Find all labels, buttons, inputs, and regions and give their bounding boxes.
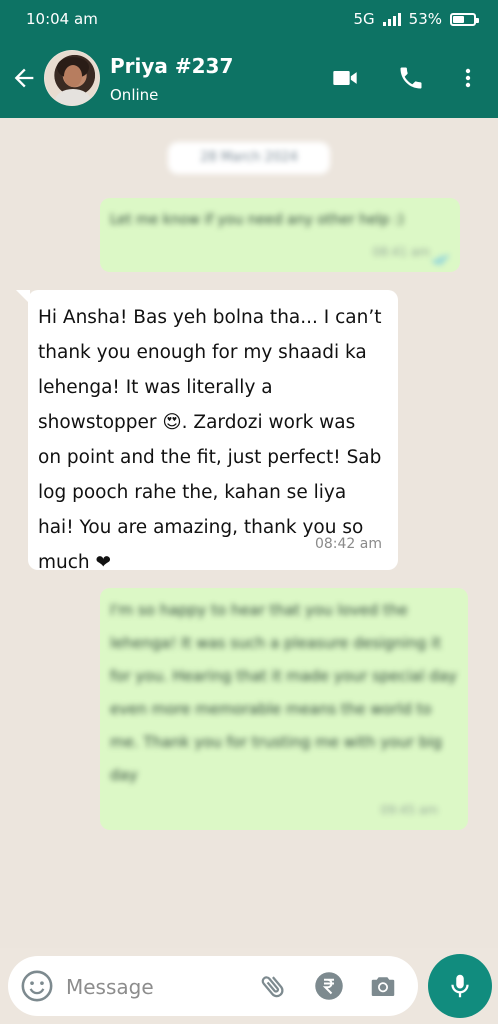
chat-header: Priya #237 Online <box>0 38 498 118</box>
incoming-message[interactable]: Hi Ansha! Bas yeh bolna tha... I can’t t… <box>16 290 398 573</box>
camera-icon[interactable] <box>368 971 398 1001</box>
status-indicators: 5G 53% <box>353 10 479 28</box>
attach-icon[interactable] <box>258 971 288 1001</box>
outgoing-message[interactable]: I'm so happy to hear that you loved the … <box>100 588 468 830</box>
status-bar: 10:04 am 5G 53% <box>0 0 498 38</box>
avatar[interactable] <box>44 50 100 106</box>
mic-icon <box>451 974 469 998</box>
status-time: 10:04 am <box>26 10 98 28</box>
message-time: 08:41 am <box>372 245 430 259</box>
message-time: 09:45 am <box>380 803 438 817</box>
contact-name[interactable]: Priya #237 <box>110 54 233 78</box>
message-text: I'm so happy to hear that you loved the … <box>110 601 457 784</box>
message-time: 08:42 am <box>314 536 382 552</box>
network-type: 5G <box>353 10 375 28</box>
read-ticks-icon <box>432 254 449 266</box>
battery-percent: 53% <box>408 10 442 28</box>
signal-icon <box>382 12 401 26</box>
rupee-payment-icon[interactable] <box>314 971 344 1001</box>
mic-button[interactable] <box>428 954 492 1018</box>
video-call-icon[interactable] <box>330 64 360 92</box>
more-options-icon[interactable] <box>456 64 480 92</box>
contact-status: Online <box>110 86 159 104</box>
chat-area[interactable]: 28 March 2024 Let me know if you need an… <box>0 118 498 948</box>
date-separator: 28 March 2024 <box>168 142 330 174</box>
battery-icon <box>450 12 479 26</box>
outgoing-message[interactable]: Let me know if you need any other help :… <box>100 198 460 272</box>
voice-call-icon[interactable] <box>396 64 426 92</box>
message-text: Let me know if you need any other help :… <box>110 212 404 228</box>
message-input[interactable] <box>66 972 246 1002</box>
message-composer <box>8 956 418 1016</box>
back-arrow-icon[interactable] <box>10 64 38 92</box>
emoji-icon[interactable] <box>20 969 54 1003</box>
